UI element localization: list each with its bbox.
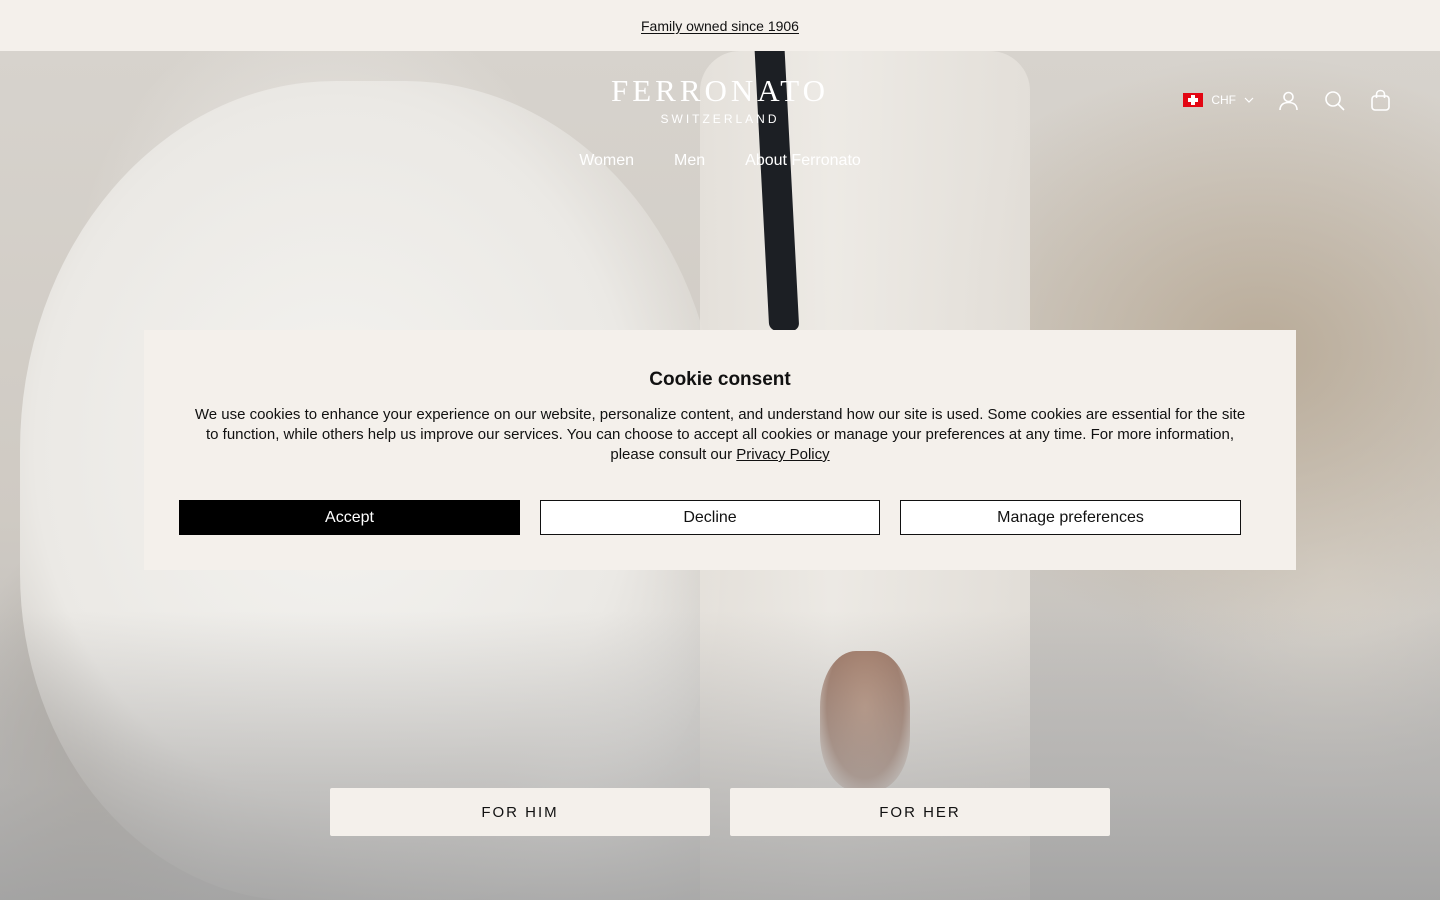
cookie-title: Cookie consent <box>649 369 791 390</box>
cart-icon <box>1370 89 1390 111</box>
nav-item-women[interactable]: Women <box>579 152 634 170</box>
announcement-link[interactable]: Family owned since 1906 <box>641 18 799 34</box>
cookie-consent-dialog: Cookie consent We use cookies to enhance… <box>144 330 1296 570</box>
for-her-button[interactable]: FOR HER <box>730 788 1110 836</box>
search-button[interactable] <box>1322 88 1346 112</box>
manage-preferences-button[interactable]: Manage preferences <box>900 500 1241 535</box>
hero-floor-shape <box>0 611 1440 900</box>
for-him-button[interactable]: FOR HIM <box>330 788 710 836</box>
logo-wordmark: FERRONATO <box>610 73 830 108</box>
announcement-bar: Family owned since 1906 <box>0 0 1440 51</box>
cookie-body-text: We use cookies to enhance your experienc… <box>194 406 1246 463</box>
chevron-down-icon <box>1244 97 1254 103</box>
currency-selector[interactable]: CHF <box>1183 93 1254 107</box>
site-header: FERRONATO SWITZERLAND Women Men About Fe… <box>0 51 1440 191</box>
nav-item-men[interactable]: Men <box>674 152 705 170</box>
nav-item-about[interactable]: About Ferronato <box>745 152 861 170</box>
switzerland-flag-icon <box>1183 93 1204 107</box>
account-icon <box>1278 91 1298 110</box>
privacy-policy-link[interactable]: Privacy Policy <box>736 446 829 463</box>
decline-button[interactable]: Decline <box>540 500 880 535</box>
logo-subtitle: SWITZERLAND <box>660 112 780 126</box>
cookie-body: We use cookies to enhance your experienc… <box>189 405 1251 465</box>
accept-button[interactable]: Accept <box>179 500 520 535</box>
cart-button[interactable] <box>1368 88 1392 112</box>
brand-logo[interactable]: FERRONATO SWITZERLAND <box>600 73 840 126</box>
header-tools: CHF <box>1183 88 1392 112</box>
account-button[interactable] <box>1276 88 1300 112</box>
currency-label: CHF <box>1211 93 1236 107</box>
search-icon <box>1324 90 1345 111</box>
main-nav: Women Men About Ferronato <box>0 152 1440 170</box>
